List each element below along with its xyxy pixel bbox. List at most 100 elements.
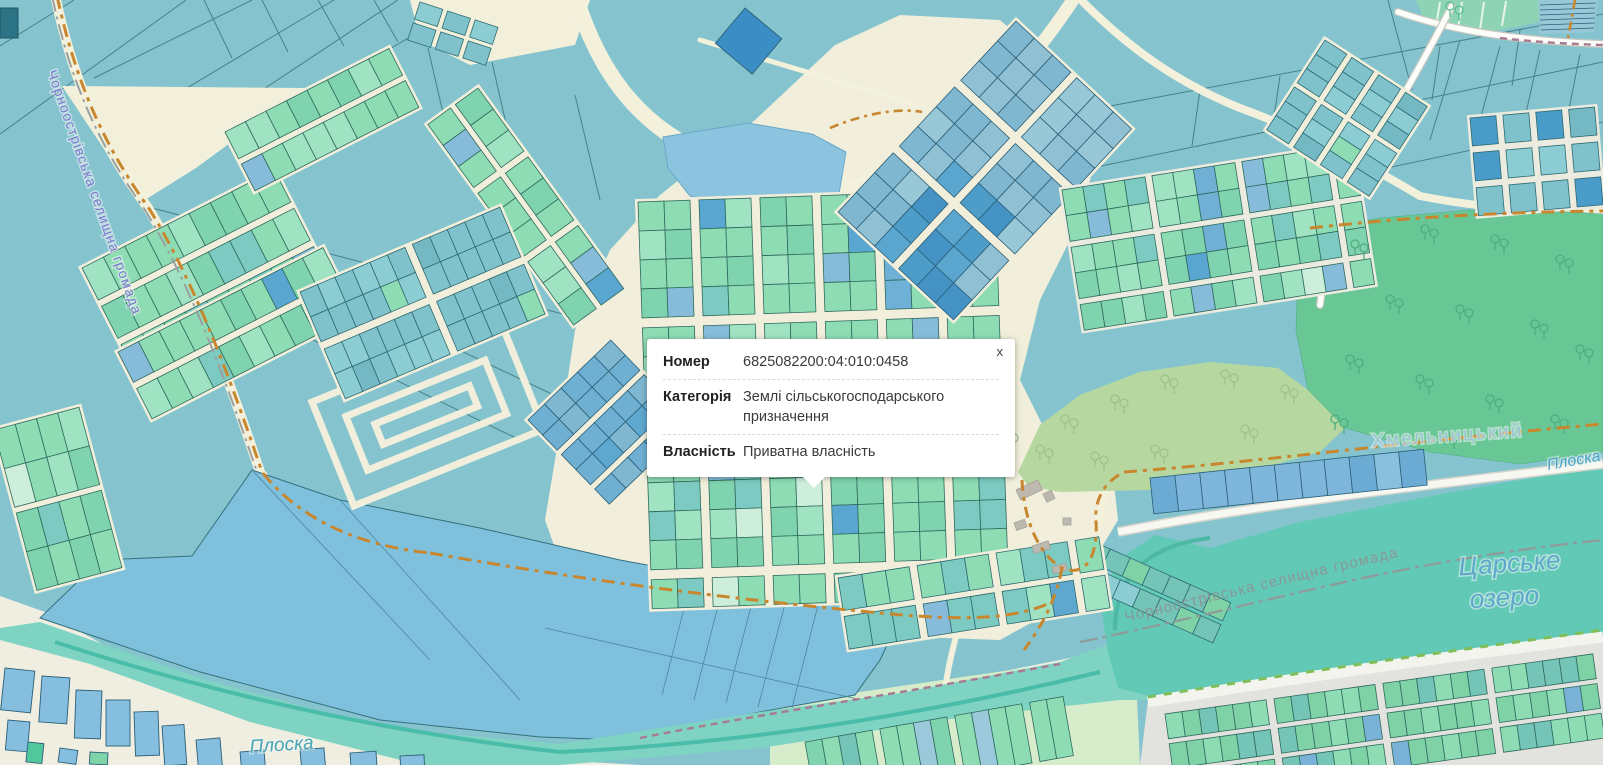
parcel[interactable] — [709, 480, 736, 510]
parcel[interactable] — [894, 531, 921, 561]
parcel[interactable] — [710, 509, 737, 539]
parcel[interactable] — [26, 742, 44, 764]
parcel[interactable] — [350, 751, 378, 765]
parcel[interactable] — [788, 254, 815, 284]
parcel[interactable] — [833, 533, 860, 563]
parcel[interactable] — [1399, 449, 1428, 487]
parcel[interactable] — [1223, 220, 1248, 249]
parcel[interactable] — [737, 537, 764, 567]
parcel[interactable] — [859, 533, 886, 563]
parcel[interactable] — [5, 720, 30, 752]
parcel[interactable] — [1580, 684, 1600, 711]
parcel[interactable] — [641, 288, 668, 318]
parcel[interactable] — [664, 200, 691, 230]
parcel[interactable] — [650, 540, 677, 570]
map-viewport[interactable]: Чорноострівська селищна громада Хмельниц… — [0, 0, 1603, 765]
parcel[interactable] — [712, 577, 739, 607]
parcel[interactable] — [1350, 259, 1375, 288]
parcel[interactable] — [1175, 473, 1204, 511]
parcel[interactable] — [1572, 142, 1600, 172]
parcel[interactable] — [771, 507, 798, 537]
parcel[interactable] — [1200, 470, 1229, 508]
parcel[interactable] — [1150, 475, 1179, 513]
parcel[interactable] — [831, 476, 858, 506]
parcel[interactable] — [1081, 575, 1110, 611]
parcel[interactable] — [954, 500, 981, 530]
parcel[interactable] — [1467, 669, 1487, 696]
parcel[interactable] — [1274, 462, 1303, 500]
parcel[interactable] — [760, 197, 787, 227]
parcel[interactable] — [772, 536, 799, 566]
parcel[interactable] — [885, 280, 912, 310]
parcel[interactable] — [106, 700, 130, 746]
parcel[interactable] — [1569, 107, 1597, 137]
parcel[interactable] — [789, 283, 816, 313]
parcel[interactable] — [1374, 452, 1403, 490]
parcel[interactable] — [1542, 180, 1570, 210]
parcel[interactable] — [1249, 700, 1269, 727]
parcel[interactable] — [726, 227, 753, 257]
parcel[interactable] — [666, 258, 693, 288]
parcel[interactable] — [162, 724, 187, 765]
parcel[interactable] — [649, 511, 676, 541]
parcel[interactable] — [858, 504, 885, 534]
parcel[interactable] — [980, 499, 1007, 529]
parcel[interactable] — [700, 228, 727, 258]
parcel[interactable] — [763, 284, 790, 314]
parcel[interactable] — [920, 530, 947, 560]
parcel[interactable] — [1142, 291, 1167, 320]
parcel[interactable] — [799, 574, 826, 604]
parcel[interactable] — [798, 535, 825, 565]
parcel[interactable] — [89, 752, 108, 765]
parcel[interactable] — [651, 579, 678, 609]
parcel[interactable] — [893, 502, 920, 532]
parcel[interactable] — [699, 199, 726, 229]
parcel[interactable] — [1, 668, 35, 713]
parcel[interactable] — [787, 225, 814, 255]
parcel[interactable] — [725, 198, 752, 228]
parcel[interactable] — [892, 605, 921, 641]
parcel[interactable] — [1308, 174, 1333, 203]
parcel[interactable] — [1358, 684, 1378, 711]
parcel[interactable] — [1218, 188, 1243, 217]
parcel[interactable] — [640, 259, 667, 289]
parcel[interactable] — [1476, 185, 1504, 215]
parcel[interactable] — [738, 576, 765, 606]
parcel[interactable] — [1249, 465, 1278, 503]
parcel[interactable] — [1075, 537, 1104, 573]
parcel[interactable] — [701, 257, 728, 287]
parcel[interactable] — [1322, 263, 1347, 292]
parcel[interactable] — [675, 510, 702, 540]
parcel[interactable] — [735, 479, 762, 509]
parcel[interactable] — [761, 226, 788, 256]
parcel[interactable] — [400, 755, 425, 765]
parcel[interactable] — [1471, 699, 1491, 726]
parcel[interactable] — [667, 287, 694, 317]
parcel[interactable] — [1584, 713, 1603, 740]
parcel[interactable] — [665, 229, 692, 259]
parcel[interactable] — [727, 256, 754, 286]
parcel[interactable] — [58, 748, 78, 764]
parcel[interactable] — [711, 538, 738, 568]
parcel[interactable] — [74, 690, 102, 739]
parcel[interactable] — [1317, 231, 1342, 260]
parcel[interactable] — [892, 473, 919, 503]
parcel[interactable] — [823, 253, 850, 283]
parcel[interactable] — [1232, 277, 1257, 306]
parcel[interactable] — [702, 286, 729, 316]
parcel[interactable] — [1124, 177, 1149, 206]
parcel[interactable] — [1133, 234, 1158, 263]
parcel[interactable] — [1539, 145, 1567, 175]
parcel[interactable] — [676, 539, 703, 569]
parcel[interactable] — [1128, 203, 1153, 232]
parcel[interactable] — [674, 481, 701, 511]
parcel[interactable] — [1575, 177, 1603, 207]
parcel[interactable] — [832, 505, 859, 535]
parcel[interactable] — [1225, 468, 1254, 506]
parcel[interactable] — [1137, 260, 1162, 289]
parcel[interactable] — [648, 482, 675, 512]
parcel[interactable] — [1299, 460, 1328, 498]
parcel[interactable] — [762, 255, 789, 285]
parcel[interactable] — [1506, 148, 1534, 178]
parcel[interactable] — [1503, 113, 1531, 143]
